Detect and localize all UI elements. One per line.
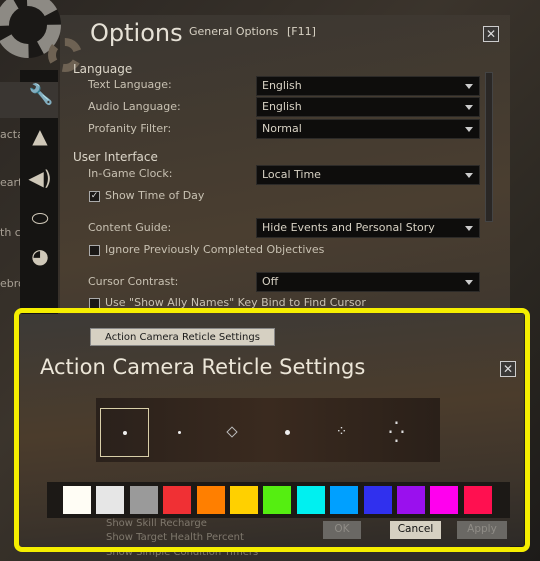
clock-label: In-Game Clock: (88, 167, 173, 180)
audio-language-dropdown[interactable]: English (256, 97, 480, 117)
left-fragment: th c (0, 226, 21, 239)
speaker-icon[interactable]: ◀) (26, 166, 54, 190)
show-time-checkbox[interactable]: ✓ (89, 191, 100, 202)
ignore-objectives-checkbox[interactable] (89, 245, 100, 256)
chevron-down-icon (465, 226, 473, 231)
dropdown-value: English (262, 79, 302, 92)
mountains-icon[interactable]: ▲ (26, 124, 54, 148)
wrench-icon[interactable]: 🔧 (0, 82, 58, 118)
content-guide-dropdown[interactable]: Hide Events and Personal Story (256, 218, 480, 238)
text-language-dropdown[interactable]: English (256, 76, 480, 96)
dropdown-value: Normal (262, 122, 302, 135)
chevron-down-icon (465, 173, 473, 178)
language-heading: Language (73, 62, 133, 76)
ui-heading: User Interface (73, 150, 158, 164)
scrollbar[interactable] (485, 72, 493, 222)
cursor-contrast-label: Cursor Contrast: (88, 275, 179, 288)
dropdown-value: Local Time (262, 168, 321, 181)
dropdown-value: Hide Events and Personal Story (262, 221, 435, 234)
chevron-down-icon (465, 84, 473, 89)
clock-dropdown[interactable]: Local Time (256, 165, 480, 185)
window-title: Options (90, 19, 183, 47)
mouse-icon[interactable]: ⬭ (26, 206, 54, 230)
content-guide-label: Content Guide: (88, 221, 172, 234)
palette-icon[interactable]: ◕ (26, 244, 54, 268)
highlight-box (14, 308, 530, 552)
ignore-objectives-label: Ignore Previously Completed Objectives (105, 243, 325, 256)
profanity-label: Profanity Filter: (88, 122, 172, 135)
cursor-contrast-dropdown[interactable]: Off (256, 272, 480, 292)
dropdown-value: Off (262, 275, 279, 288)
audio-language-label: Audio Language: (88, 100, 181, 113)
hotkey-label: [F11] (287, 25, 316, 38)
text-language-label: Text Language: (88, 78, 172, 91)
window-subtitle: General Options (189, 25, 279, 38)
show-time-label: Show Time of Day (105, 189, 205, 202)
close-button[interactable]: ✕ (483, 26, 499, 42)
chevron-down-icon (465, 105, 473, 110)
chevron-down-icon (465, 280, 473, 285)
left-fragment: eart (0, 176, 23, 189)
profanity-dropdown[interactable]: Normal (256, 119, 480, 139)
dropdown-value: English (262, 100, 302, 113)
chevron-down-icon (465, 127, 473, 132)
